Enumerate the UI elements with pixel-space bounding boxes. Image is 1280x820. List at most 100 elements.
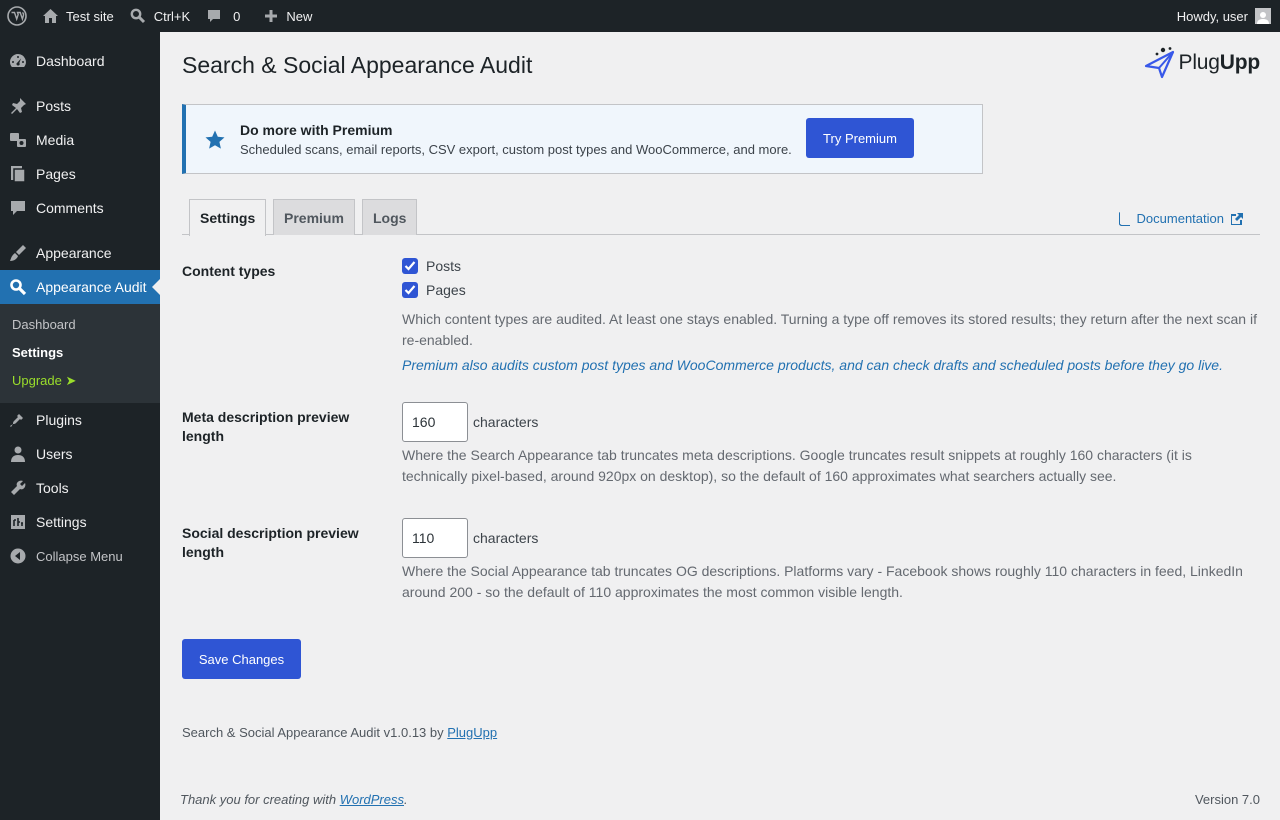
premium-upsell-note: Premium also audits custom post types an… (402, 357, 1223, 373)
plugin-icon (9, 411, 27, 429)
search-icon (130, 8, 146, 24)
comments-link[interactable]: 0 (198, 0, 248, 32)
menu-label: Users (36, 446, 73, 462)
tab-premium[interactable]: Premium (273, 199, 355, 235)
pages-option[interactable]: Pages (402, 278, 1260, 302)
menu-label: Pages (36, 166, 76, 182)
posts-checkbox-label: Posts (426, 258, 462, 274)
menu-item-pages[interactable]: Pages (0, 157, 160, 191)
greeting: Howdy, user (1176, 8, 1248, 24)
documentation-label: Documentation (1136, 211, 1224, 226)
settings-tabs: Settings Premium Logs Documentation (182, 198, 1260, 236)
social-length-input[interactable]: 110 (402, 518, 468, 558)
menu-label: Plugins (36, 412, 82, 428)
paper-plane-icon (1143, 46, 1177, 80)
submenu-item-dashboard[interactable]: Dashboard (0, 311, 160, 339)
content-types-description: Which content types are audited. At leas… (402, 311, 1257, 348)
comment-icon (9, 199, 27, 217)
notice-text: Scheduled scans, email reports, CSV expo… (240, 142, 792, 157)
menu-item-media[interactable]: Media (0, 123, 160, 157)
meta-length-label: Meta description preview length (182, 409, 350, 444)
menu-item-users[interactable]: Users (0, 437, 160, 471)
comments-count: 0 (233, 8, 241, 24)
menu-item-comments[interactable]: Comments (0, 191, 160, 225)
appearance-audit-submenu: Dashboard Settings Upgrade ➤ (0, 304, 160, 403)
my-account[interactable]: Howdy, user (1169, 0, 1280, 32)
collapse-menu-button[interactable]: Collapse Menu (0, 539, 160, 573)
dashboard-icon (9, 52, 27, 70)
media-icon (9, 131, 27, 149)
pages-checkbox-label: Pages (426, 282, 466, 298)
pages-checkbox[interactable] (402, 282, 418, 298)
meta-length-description: Where the Search Appearance tab truncate… (402, 447, 1192, 484)
search-shortcut[interactable]: Ctrl+K (122, 0, 198, 32)
submenu-item-settings[interactable]: Settings (0, 339, 160, 367)
menu-label: Appearance (36, 245, 112, 261)
social-length-label: Social description preview length (182, 525, 359, 560)
menu-label: Tools (36, 480, 69, 496)
menu-label: Posts (36, 98, 72, 114)
pin-icon (9, 97, 27, 115)
documentation-link[interactable]: Documentation (1118, 211, 1243, 226)
plugin-footer: Search & Social Appearance Audit v1.0.13… (182, 725, 497, 740)
menu-item-posts[interactable]: Posts (0, 89, 160, 123)
comment-icon (206, 8, 222, 24)
social-length-description: Where the Social Appearance tab truncate… (402, 563, 1243, 600)
tab-settings[interactable]: Settings (189, 199, 267, 236)
posts-checkbox[interactable] (402, 258, 418, 274)
book-icon (1118, 211, 1131, 226)
site-name: Test site (66, 8, 114, 24)
new-label: New (286, 8, 313, 24)
menu-label: Settings (36, 514, 87, 530)
try-premium-button[interactable]: Try Premium (806, 118, 914, 158)
logo-text: PlugUpp (1178, 51, 1261, 74)
admin-menu: Dashboard Posts Media Pages Comments App… (0, 32, 160, 820)
wordpress-link[interactable]: WordPress (340, 792, 404, 807)
menu-item-tools[interactable]: Tools (0, 471, 160, 505)
menu-label: Appearance Audit (36, 279, 147, 295)
tab-logs[interactable]: Logs (362, 199, 418, 235)
plugin-version-text: Search & Social Appearance Audit v1.0.13… (182, 725, 444, 740)
page-title: Search & Social Appearance Audit (182, 52, 533, 78)
menu-label: Comments (36, 200, 104, 216)
meta-length-unit: characters (473, 414, 539, 430)
content-types-field: Posts Pages Which content types are audi… (402, 254, 1260, 376)
star-icon (204, 129, 226, 151)
user-icon (9, 445, 27, 463)
menu-item-appearance[interactable]: Appearance (0, 236, 160, 270)
save-changes-button[interactable]: Save Changes (182, 639, 301, 679)
plus-icon (264, 9, 278, 23)
menu-label: Media (36, 132, 75, 148)
thanks-text: Thank you for creating with (180, 792, 337, 807)
premium-notice: Do more with Premium Scheduled scans, em… (182, 104, 983, 174)
collapse-label: Collapse Menu (36, 548, 123, 564)
menu-item-settings[interactable]: Settings (0, 505, 160, 539)
menu-item-dashboard[interactable]: Dashboard (0, 44, 160, 78)
content-types-label: Content types (182, 263, 276, 279)
settings-icon (9, 513, 27, 531)
plugupp-logo[interactable]: PlugUpp (1143, 46, 1260, 80)
external-link-icon (1231, 212, 1243, 225)
plugupp-link[interactable]: PlugUpp (447, 725, 497, 740)
submenu-item-upgrade[interactable]: Upgrade ➤ (0, 367, 160, 395)
notice-title: Do more with Premium (240, 122, 393, 138)
site-name-link[interactable]: Test site (34, 0, 122, 32)
search-icon (9, 278, 27, 296)
posts-option[interactable]: Posts (402, 254, 1260, 278)
avatar (1255, 8, 1271, 24)
wp-version: Version 7.0 (1194, 792, 1260, 807)
meta-length-input[interactable]: 160 (402, 402, 468, 442)
menu-item-plugins[interactable]: Plugins (0, 403, 160, 437)
wp-footer-thanks: Thank you for creating with WordPress. (180, 792, 408, 807)
menu-label: Dashboard (36, 53, 105, 69)
new-content-link[interactable]: New (256, 0, 320, 32)
thanks-suffix: . (404, 792, 408, 807)
search-shortcut-label: Ctrl+K (153, 8, 191, 24)
wordpress-logo-icon[interactable] (0, 0, 34, 32)
social-length-unit: characters (473, 530, 539, 546)
brush-icon (9, 244, 27, 262)
social-length-field: 110 characters Where the Social Appearan… (402, 518, 1260, 603)
collapse-arrow-icon (9, 547, 27, 565)
admin-bar: Test site Ctrl+K 0 New Howdy, user (0, 0, 1280, 32)
menu-item-appearance-audit[interactable]: Appearance Audit (0, 270, 160, 304)
